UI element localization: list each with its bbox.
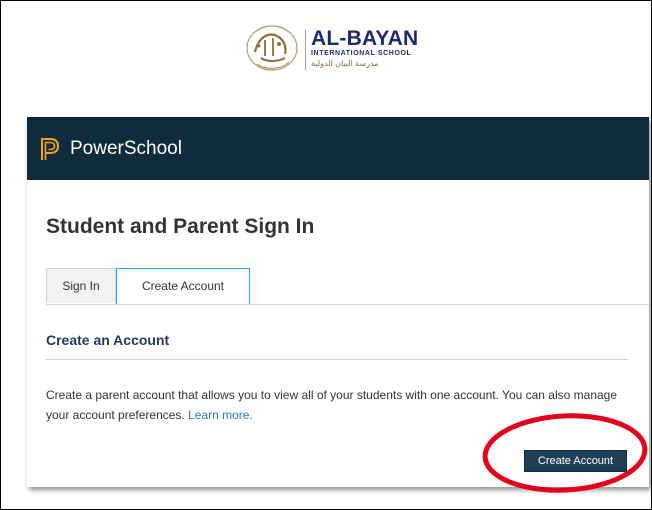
school-logo: AL-BAYAN INTERNATIONAL SCHOOL مدرسة البي… (243, 22, 423, 78)
description-text: Create a parent account that allows you … (46, 388, 618, 422)
tab-create-account[interactable]: Create Account (116, 268, 250, 305)
powerschool-header: PowerSchool (27, 117, 649, 180)
section-title: Create an Account (46, 332, 170, 348)
create-account-button[interactable]: Create Account (524, 450, 627, 472)
section-divider (46, 359, 628, 360)
tab-sign-in[interactable]: Sign In (46, 268, 116, 303)
logo-divider (305, 30, 306, 70)
school-name: AL-BAYAN (311, 27, 419, 50)
al-bayan-calligraphy-emblem-icon (246, 25, 298, 71)
signin-card: PowerSchool Student and Parent Sign In S… (27, 117, 649, 487)
account-description: Create a parent account that allows you … (46, 385, 621, 425)
tab-strip-border (46, 304, 649, 305)
page-title: Student and Parent Sign In (46, 215, 315, 238)
school-subtitle: INTERNATIONAL SCHOOL (311, 50, 412, 57)
powerschool-brand: PowerSchool (70, 138, 182, 159)
powerschool-p-logo-icon (41, 138, 60, 160)
learn-more-link[interactable]: Learn more. (188, 408, 253, 422)
school-arabic-name: مدرسة البيان الدولية (311, 59, 379, 68)
